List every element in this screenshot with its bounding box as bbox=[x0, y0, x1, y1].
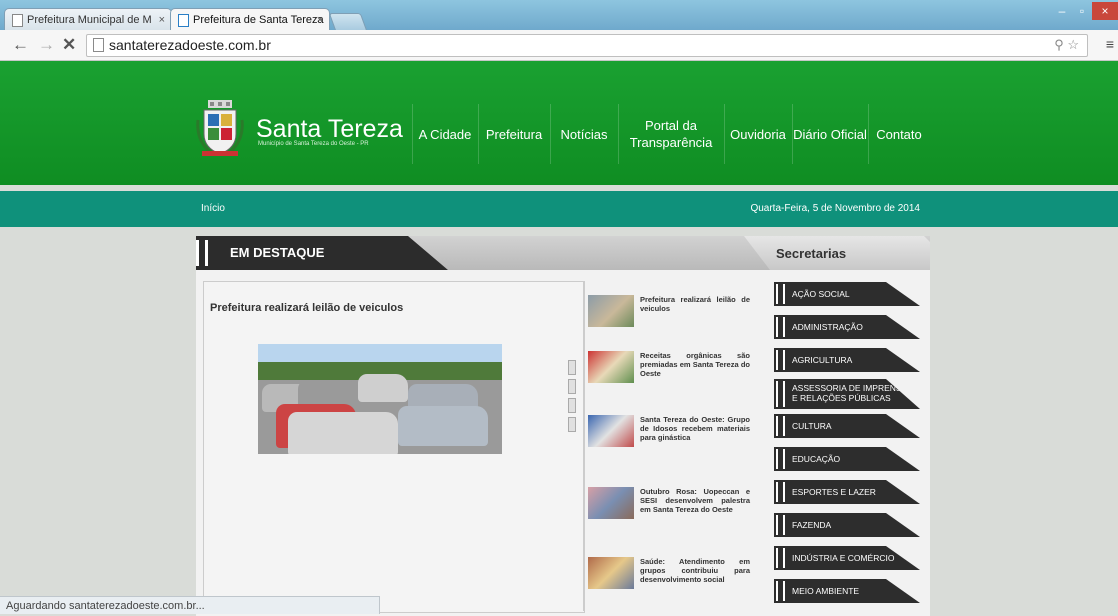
gallery-scroll-handles[interactable] bbox=[568, 360, 576, 436]
page-icon bbox=[12, 14, 23, 27]
news-thumbnail[interactable] bbox=[588, 295, 634, 327]
news-thumbnail[interactable] bbox=[588, 557, 634, 589]
secretaria-industria-comercio[interactable]: INDÚSTRIA E COMÉRCIO bbox=[774, 546, 920, 570]
news-headline[interactable]: Saúde: Atendimento em grupos contribuiu … bbox=[640, 557, 750, 584]
secretaria-agricultura[interactable]: AGRICULTURA bbox=[774, 348, 920, 372]
browser-status-bar: Aguardando santaterezadoeste.com.br... bbox=[0, 596, 380, 614]
news-thumbnail[interactable] bbox=[588, 415, 634, 447]
breadcrumb-bar: Início Quarta-Feira, 5 de Novembro de 20… bbox=[0, 191, 1118, 227]
nav-prefeitura[interactable]: Prefeitura bbox=[478, 104, 549, 164]
secretaria-label: CULTURA bbox=[792, 421, 832, 431]
secretaria-cultura[interactable]: CULTURA bbox=[774, 414, 920, 438]
featured-image[interactable] bbox=[258, 344, 502, 454]
secretaria-assessoria-imprensa[interactable]: ASSESSORIA DE IMPRENSA E RELAÇÕES PÚBLICA… bbox=[774, 379, 920, 409]
site-subtitle: Município de Santa Tereza do Oeste - PR bbox=[258, 141, 369, 147]
close-window-button[interactable]: × bbox=[1092, 2, 1118, 20]
featured-title[interactable]: Prefeitura realizará leilão de veiculos bbox=[210, 302, 403, 314]
secretaria-label-line2: E RELAÇÕES PÚBLICAS bbox=[792, 393, 891, 403]
zoom-bookmark-icons[interactable]: ⚲ ☆ bbox=[1054, 37, 1079, 53]
new-tab-button[interactable] bbox=[328, 13, 368, 31]
news-headline[interactable]: Prefeitura realizará leilão de veiculos bbox=[640, 295, 750, 313]
browser-toolbar: ← → ✕ santaterezadoeste.com.br ⚲ ☆ ≡ bbox=[0, 30, 1118, 61]
nav-diario-oficial[interactable]: Diário Oficial bbox=[792, 104, 867, 164]
address-bar[interactable]: santaterezadoeste.com.br ⚲ ☆ bbox=[86, 34, 1088, 57]
secretaria-label: ASSESSORIA DE IMPRENSA bbox=[792, 383, 908, 393]
tab-title: Prefeitura de Santa Tereza bbox=[193, 14, 324, 26]
stop-loading-icon[interactable]: ✕ bbox=[62, 35, 76, 55]
main-content: EM DESTAQUE Secretarias Prefeitura reali… bbox=[196, 236, 930, 616]
tab-bars-icon bbox=[196, 240, 208, 266]
minimize-button[interactable]: – bbox=[1052, 2, 1072, 20]
municipal-crest-icon bbox=[196, 100, 244, 156]
current-date: Quarta-Feira, 5 de Novembro de 2014 bbox=[750, 203, 920, 214]
news-headline[interactable]: Receitas orgânicas são premiadas em Sant… bbox=[640, 351, 750, 378]
news-thumbnail[interactable] bbox=[588, 351, 634, 383]
featured-article: Prefeitura realizará leilão de veiculos bbox=[203, 281, 585, 613]
forward-arrow-icon[interactable]: → bbox=[38, 35, 55, 55]
nav-a-cidade[interactable]: A Cidade bbox=[412, 104, 477, 164]
secretaria-label: EDUCAÇÃO bbox=[792, 454, 841, 464]
menu-icon[interactable]: ≡ bbox=[1106, 36, 1114, 52]
nav-portal-transparencia[interactable]: Portal da Transparência bbox=[618, 104, 723, 164]
secretaria-esportes-lazer[interactable]: ESPORTES E LAZER bbox=[774, 480, 920, 504]
browser-tab-2[interactable]: Prefeitura de Santa Tereza × bbox=[170, 8, 330, 30]
secretaria-label: MEIO AMBIENTE bbox=[792, 586, 860, 596]
back-arrow-icon[interactable]: ← bbox=[12, 35, 29, 55]
close-tab-icon[interactable]: × bbox=[317, 9, 323, 30]
secretaria-label: ESPORTES E LAZER bbox=[792, 487, 876, 497]
browser-tab-strip: Prefeitura Municipal de M × Prefeitura d… bbox=[0, 0, 1118, 31]
news-list: Prefeitura realizará leilão de veiculos … bbox=[583, 281, 754, 611]
loading-icon bbox=[178, 14, 189, 27]
news-thumbnail[interactable] bbox=[588, 487, 634, 519]
secretaria-educacao[interactable]: EDUCAÇÃO bbox=[774, 447, 920, 471]
secretaria-meio-ambiente[interactable]: MEIO AMBIENTE bbox=[774, 579, 920, 603]
secretaria-label: ADMINISTRAÇÃO bbox=[792, 322, 863, 332]
nav-noticias[interactable]: Notícias bbox=[550, 104, 617, 164]
nav-ouvidoria[interactable]: Ouvidoria bbox=[724, 104, 791, 164]
news-headline[interactable]: Outubro Rosa: Uopeccan e SESI desenvolve… bbox=[640, 487, 750, 514]
secretaria-label: INDÚSTRIA E COMÉRCIO bbox=[792, 553, 895, 563]
browser-tab-1[interactable]: Prefeitura Municipal de M × bbox=[4, 8, 172, 30]
url-text[interactable]: santaterezadoeste.com.br bbox=[109, 37, 271, 53]
secretaria-label: AÇÃO SOCIAL bbox=[792, 289, 850, 299]
site-title[interactable]: Santa Tereza bbox=[256, 115, 403, 144]
tab-title: Prefeitura Municipal de M bbox=[27, 14, 152, 26]
secretaria-administracao[interactable]: ADMINISTRAÇÃO bbox=[774, 315, 920, 339]
secretaria-label: FAZENDA bbox=[792, 520, 832, 530]
nav-contato[interactable]: Contato bbox=[868, 104, 929, 164]
featured-tab-label: EM DESTAQUE bbox=[230, 245, 325, 260]
close-tab-icon[interactable]: × bbox=[159, 9, 165, 30]
secretarias-tab-label: Secretarias bbox=[776, 246, 847, 261]
news-headline[interactable]: Santa Tereza do Oeste: Grupo de Idosos r… bbox=[640, 415, 750, 442]
breadcrumb[interactable]: Início bbox=[201, 203, 225, 214]
secretaria-label: AGRICULTURA bbox=[792, 355, 853, 365]
secretaria-acao-social[interactable]: AÇÃO SOCIAL bbox=[774, 282, 920, 306]
secretaria-fazenda[interactable]: FAZENDA bbox=[774, 513, 920, 537]
page-icon bbox=[93, 38, 104, 52]
maximize-button[interactable]: ▫ bbox=[1072, 2, 1092, 20]
